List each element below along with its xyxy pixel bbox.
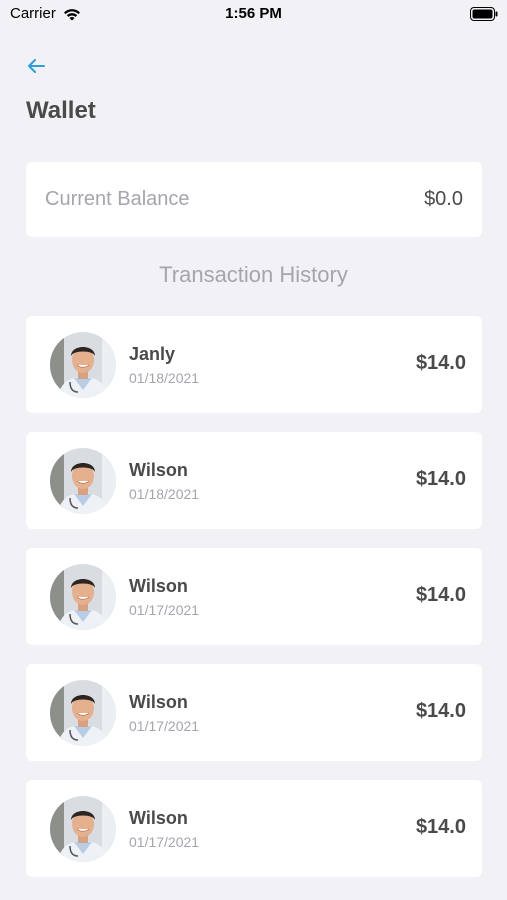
- avatar: [50, 332, 116, 398]
- transaction-name: Wilson: [129, 808, 188, 828]
- balance-label: Current Balance: [45, 188, 190, 210]
- battery-icon: [470, 7, 498, 21]
- transaction-item[interactable]: Wilson 01/17/2021 $14.0: [26, 664, 482, 761]
- transaction-amount: $14.0: [415, 700, 466, 722]
- transaction-name: Wilson: [129, 460, 188, 480]
- avatar: [50, 680, 116, 746]
- transaction-date: 01/18/2021: [129, 370, 200, 386]
- transaction-item[interactable]: Wilson 01/18/2021 $14.0: [26, 432, 482, 529]
- balance-card: Current Balance $0.0: [26, 162, 482, 237]
- avatar: [50, 564, 116, 630]
- back-button[interactable]: [24, 54, 48, 78]
- transaction-date: 01/17/2021: [129, 834, 200, 850]
- page-title: Wallet: [26, 97, 96, 124]
- transaction-date: 01/17/2021: [129, 602, 200, 618]
- balance-value: $0.0: [424, 188, 463, 210]
- transaction-name: Wilson: [129, 576, 188, 596]
- transaction-amount: $14.0: [415, 816, 466, 838]
- transaction-amount: $14.0: [415, 352, 466, 374]
- transaction-list: Janly 01/18/2021 $14.0 Wilson 01/18/2021…: [26, 316, 482, 896]
- avatar: [50, 796, 116, 862]
- transaction-item[interactable]: Wilson 01/17/2021 $14.0: [26, 548, 482, 645]
- transaction-history-heading: Transaction History: [159, 262, 348, 287]
- status-time: 1:56 PM: [225, 5, 282, 22]
- transaction-item[interactable]: Janly 01/18/2021 $14.0: [26, 316, 482, 413]
- transaction-name: Wilson: [129, 692, 188, 712]
- transaction-date: 01/17/2021: [129, 718, 200, 734]
- transaction-item[interactable]: Wilson 01/17/2021 $14.0: [26, 780, 482, 877]
- transaction-amount: $14.0: [415, 584, 466, 606]
- transaction-date: 01/18/2021: [129, 486, 200, 502]
- avatar: [50, 448, 116, 514]
- transaction-amount: $14.0: [415, 468, 466, 490]
- arrow-left-icon: [28, 59, 45, 73]
- transaction-name: Janly: [129, 344, 176, 364]
- status-bar: Carrier 1:56 PM: [0, 0, 507, 30]
